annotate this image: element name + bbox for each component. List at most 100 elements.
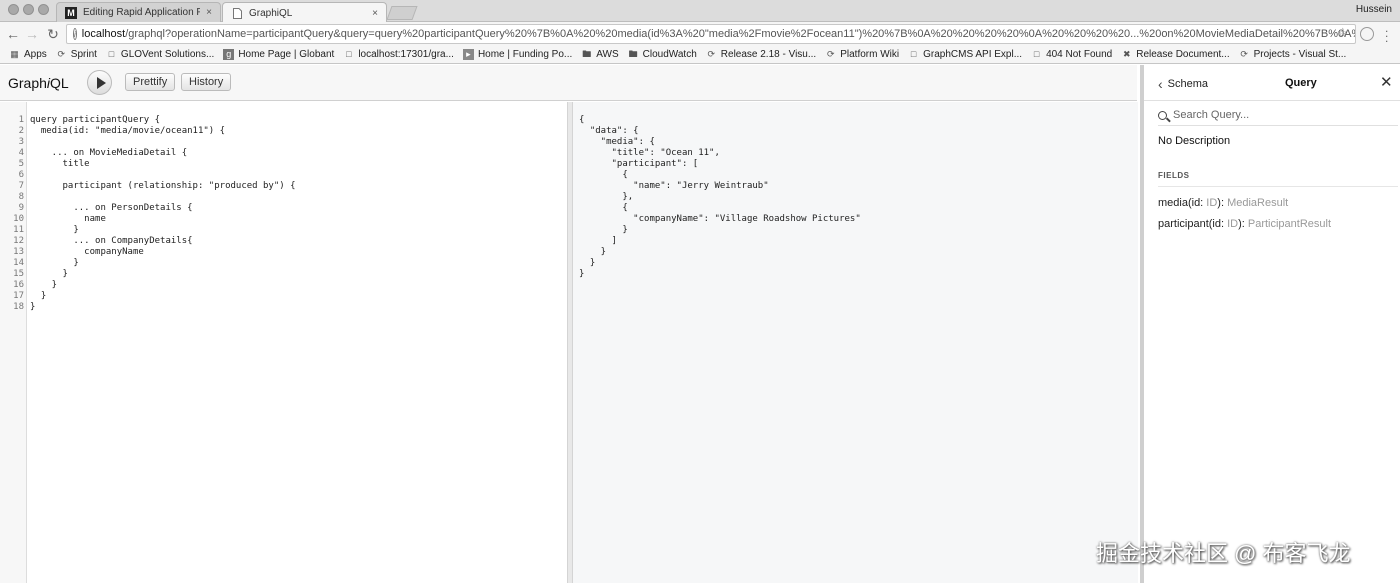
result-line: { bbox=[579, 203, 628, 213]
bookmark-globant[interactable]: g Home Page | Globant bbox=[223, 49, 334, 60]
result-line: { bbox=[579, 115, 585, 125]
fields-section-title: FIELDS bbox=[1158, 171, 1190, 180]
bookmark-sprint[interactable]: ⟳ Sprint bbox=[56, 49, 97, 60]
field-participant[interactable]: participant(id: ID): ParticipantResult bbox=[1158, 218, 1331, 230]
tab-close-icon[interactable]: × bbox=[206, 7, 212, 18]
code-text[interactable]: ... on PersonDetails { bbox=[30, 203, 192, 214]
arg-type-link[interactable]: ID bbox=[1206, 197, 1217, 209]
result-line: } bbox=[579, 258, 596, 268]
code-text[interactable]: } bbox=[30, 280, 57, 291]
bookmark-projects[interactable]: ⟳ Projects - Visual St... bbox=[1239, 49, 1346, 60]
result-line: "data": { bbox=[579, 126, 639, 136]
address-bar[interactable]: i localhost/graphql?operationName=partic… bbox=[66, 24, 1356, 44]
code-text[interactable]: query participantQuery { bbox=[30, 115, 160, 126]
history-button[interactable]: History bbox=[181, 73, 232, 91]
docs-search-input[interactable]: Search Query... bbox=[1158, 107, 1398, 123]
result-json: { "data": { "media": { "title": "Ocean 1… bbox=[579, 115, 861, 280]
bookmark-apps[interactable]: ▦ Apps bbox=[9, 49, 47, 60]
browser-tab-graphiql[interactable]: GraphiQL × bbox=[222, 2, 387, 23]
bookmark-cloudwatch[interactable]: 🖿 CloudWatch bbox=[628, 49, 697, 60]
bookmark-platform-wiki[interactable]: ⟳ Platform Wiki bbox=[825, 49, 899, 60]
line-number: 6 bbox=[18, 170, 24, 180]
back-arrow-icon[interactable]: ← bbox=[4, 25, 22, 43]
info-icon[interactable]: i bbox=[73, 28, 77, 40]
arg-type-link[interactable]: ID bbox=[1227, 218, 1238, 230]
result-line: } bbox=[579, 247, 607, 257]
code-text[interactable]: name bbox=[30, 214, 106, 225]
chevron-left-icon: ‹ bbox=[1158, 76, 1163, 92]
browser-tab-editing[interactable]: M Editing Rapid Application Prot × bbox=[56, 2, 221, 22]
query-editor[interactable]: 1 query participantQuery {2 media(id: "me… bbox=[0, 102, 567, 583]
result-line: "companyName": "Village Roadshow Picture… bbox=[579, 214, 861, 224]
line-number: 18 bbox=[13, 302, 24, 312]
line-number: 3 bbox=[18, 137, 24, 147]
document-icon: □ bbox=[346, 49, 352, 59]
line-number: 10 bbox=[13, 214, 24, 224]
profile-name[interactable]: Hussein bbox=[1356, 4, 1392, 15]
graphiql-topbar: GraphiQL Prettify History bbox=[0, 65, 1137, 101]
extension-icon[interactable] bbox=[1360, 27, 1374, 41]
return-type-link[interactable]: MediaResult bbox=[1227, 197, 1288, 209]
code-text[interactable]: participant (relationship: "produced by"… bbox=[30, 181, 296, 192]
bookmark-release[interactable]: ⟳ Release 2.18 - Visu... bbox=[706, 49, 817, 60]
bookmark-release-docs[interactable]: ✖ Release Document... bbox=[1121, 49, 1230, 60]
divider bbox=[1158, 125, 1398, 126]
bookmark-star-icon[interactable]: ☆ bbox=[1337, 25, 1349, 41]
code-text[interactable]: } bbox=[30, 291, 46, 302]
result-line: "participant": [ bbox=[579, 159, 699, 169]
code-text[interactable]: title bbox=[30, 159, 90, 170]
play-icon bbox=[96, 76, 106, 89]
result-line: "title": "Ocean 11", bbox=[579, 148, 720, 158]
close-icon[interactable]: ✕ bbox=[1380, 73, 1393, 91]
code-text[interactable]: } bbox=[30, 269, 68, 280]
line-number: 17 bbox=[13, 291, 24, 301]
execute-query-button[interactable] bbox=[87, 70, 112, 95]
menu-kebab-icon[interactable]: ... bbox=[1385, 22, 1388, 44]
bookmark-aws[interactable]: 🖿 AWS bbox=[581, 49, 618, 60]
visual-studio-icon: ⟳ bbox=[1240, 49, 1248, 59]
maximize-window-button[interactable] bbox=[38, 4, 49, 15]
funding-icon: ▸ bbox=[462, 49, 474, 60]
close-window-button[interactable] bbox=[8, 4, 19, 15]
code-text[interactable]: } bbox=[30, 258, 78, 269]
result-line: }, bbox=[579, 192, 634, 202]
bookmark-graphcms[interactable]: □ GraphCMS API Expl... bbox=[908, 49, 1022, 60]
line-number: 8 bbox=[18, 192, 24, 202]
bookmark-localhost[interactable]: □ localhost:17301/gra... bbox=[343, 49, 454, 60]
page-icon: □ bbox=[108, 49, 115, 59]
reload-icon[interactable]: ↻ bbox=[44, 25, 62, 43]
code-text[interactable]: ... on MovieMediaDetail { bbox=[30, 148, 187, 159]
window-titlebar: M Editing Rapid Application Prot × Graph… bbox=[0, 0, 1400, 23]
tools-icon: ✖ bbox=[1122, 49, 1131, 59]
bookmark-funding[interactable]: ▸ Home | Funding Po... bbox=[462, 49, 572, 60]
code-text[interactable]: ... on CompanyDetails{ bbox=[30, 236, 192, 247]
code-text[interactable]: } bbox=[30, 225, 78, 236]
bookmark-glovent[interactable]: □ GLOVent Solutions... bbox=[106, 49, 215, 60]
browser-toolbar: ← → ↻ i localhost/graphql?operationName=… bbox=[0, 22, 1400, 46]
line-number: 2 bbox=[18, 126, 24, 136]
line-number: 9 bbox=[18, 203, 24, 213]
code-text[interactable]: } bbox=[30, 302, 35, 313]
minimize-window-button[interactable] bbox=[23, 4, 34, 15]
result-line: } bbox=[579, 269, 585, 279]
visual-studio-icon: ⟳ bbox=[707, 49, 716, 59]
docs-back-link[interactable]: ‹ Schema bbox=[1158, 76, 1208, 92]
medium-favicon-icon: M bbox=[65, 6, 77, 19]
docs-explorer: ‹ Schema Query ✕ Search Query... No Descr… bbox=[1140, 65, 1400, 583]
document-icon: □ bbox=[910, 49, 917, 59]
wiki-icon: ⟳ bbox=[826, 49, 835, 59]
bookmark-404[interactable]: □ 404 Not Found bbox=[1031, 49, 1112, 60]
code-text[interactable]: media(id: "media/movie/ocean11") { bbox=[30, 126, 225, 137]
code-text[interactable]: companyName bbox=[30, 247, 144, 258]
docs-title: Query bbox=[1285, 77, 1317, 89]
new-tab-button[interactable] bbox=[386, 6, 418, 20]
result-line: } bbox=[579, 225, 628, 235]
line-number: 5 bbox=[18, 159, 24, 169]
forward-arrow-icon[interactable]: → bbox=[23, 25, 41, 43]
prettify-button[interactable]: Prettify bbox=[125, 73, 176, 91]
line-number: 16 bbox=[13, 280, 24, 290]
return-type-link[interactable]: ParticipantResult bbox=[1248, 218, 1331, 230]
field-media[interactable]: media(id: ID): MediaResult bbox=[1158, 197, 1288, 209]
result-line: "name": "Jerry Weintraub" bbox=[579, 181, 769, 191]
tab-close-icon[interactable]: × bbox=[372, 8, 378, 19]
